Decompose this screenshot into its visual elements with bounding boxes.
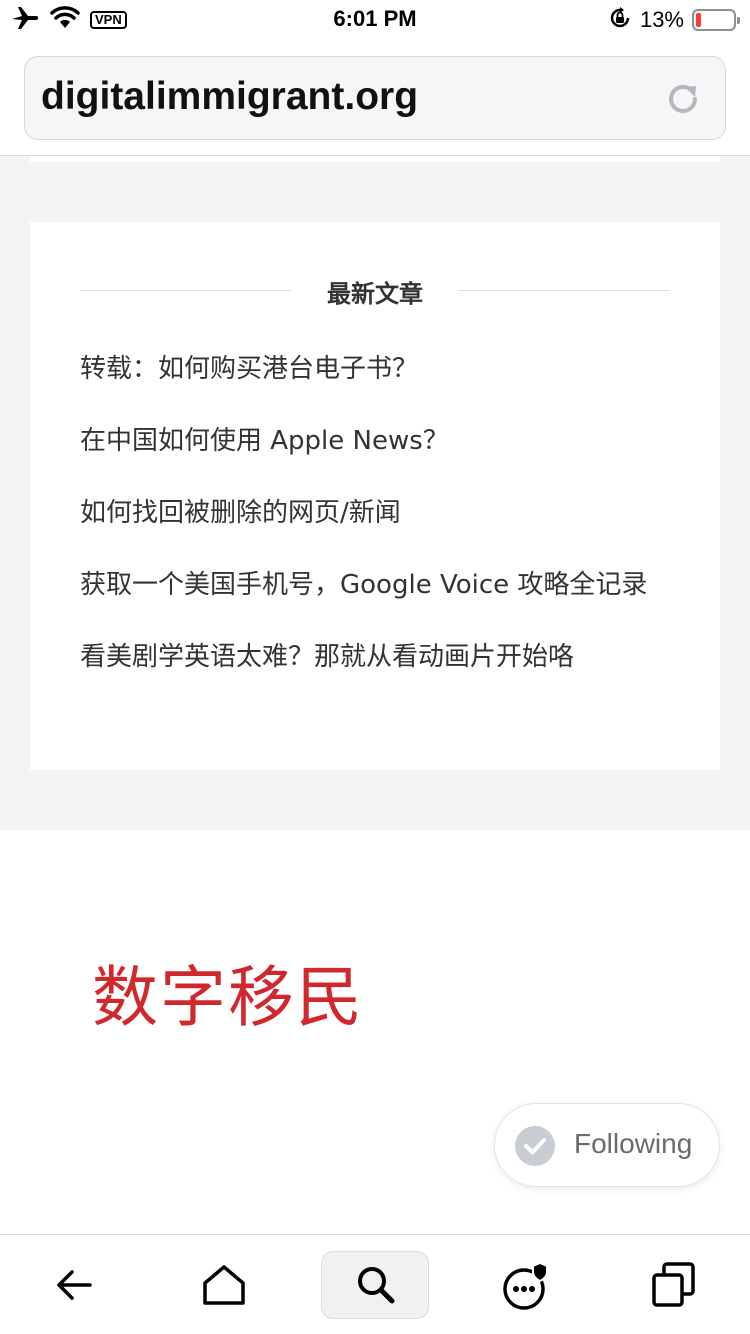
recent-posts-list: 转载：如何购买港台电子书？ 在中国如何使用 Apple News？ 如何找回被删… xyxy=(80,348,670,708)
status-bar: VPN 6:01 PM 13% xyxy=(0,0,750,40)
previous-card-edge xyxy=(30,156,720,162)
post-link[interactable]: 如何找回被删除的网页/新闻 xyxy=(80,492,670,534)
widget-header: 最新文章 xyxy=(80,274,670,314)
search-button[interactable] xyxy=(321,1251,429,1319)
battery-percent: 13% xyxy=(639,7,684,32)
tabs-button[interactable] xyxy=(620,1251,728,1319)
post-link[interactable]: 转载：如何购买港台电子书？ xyxy=(80,348,670,390)
home-button[interactable] xyxy=(170,1251,278,1319)
address-bar[interactable]: digitalimmigrant.org xyxy=(24,56,726,140)
following-button[interactable]: Following xyxy=(494,1103,720,1187)
reload-icon[interactable] xyxy=(665,81,701,117)
sidebar-area: 最新文章 转载：如何购买港台电子书？ 在中国如何使用 Apple News？ 如… xyxy=(0,156,750,830)
recent-posts-widget: 最新文章 转载：如何购买港台电子书？ 在中国如何使用 Apple News？ 如… xyxy=(30,222,720,770)
battery-icon xyxy=(692,9,740,31)
browser-page: VPN 6:01 PM 13% digitalimmigrant.org 最新文… xyxy=(0,0,750,1334)
site-brand[interactable]: 数字移民 xyxy=(92,944,364,1040)
checkmark-icon xyxy=(515,1126,555,1166)
post-link[interactable]: 看美剧学英语太难？那就从看动画片开始咯 xyxy=(80,636,670,678)
orientation-lock-icon xyxy=(608,6,632,34)
status-right: 13% xyxy=(608,6,740,34)
back-button[interactable] xyxy=(20,1251,128,1319)
post-link[interactable]: 在中国如何使用 Apple News？ xyxy=(80,420,670,462)
url-text[interactable]: digitalimmigrant.org xyxy=(41,75,418,119)
post-link[interactable]: 获取一个美国手机号，Google Voice 攻略全记录 xyxy=(80,564,670,606)
battery-level xyxy=(696,13,701,27)
browser-toolbar xyxy=(0,1234,750,1334)
following-label: Following xyxy=(574,1128,693,1159)
header-line-right xyxy=(458,290,670,291)
widget-title: 最新文章 xyxy=(327,280,423,308)
menu-button[interactable] xyxy=(470,1251,578,1319)
